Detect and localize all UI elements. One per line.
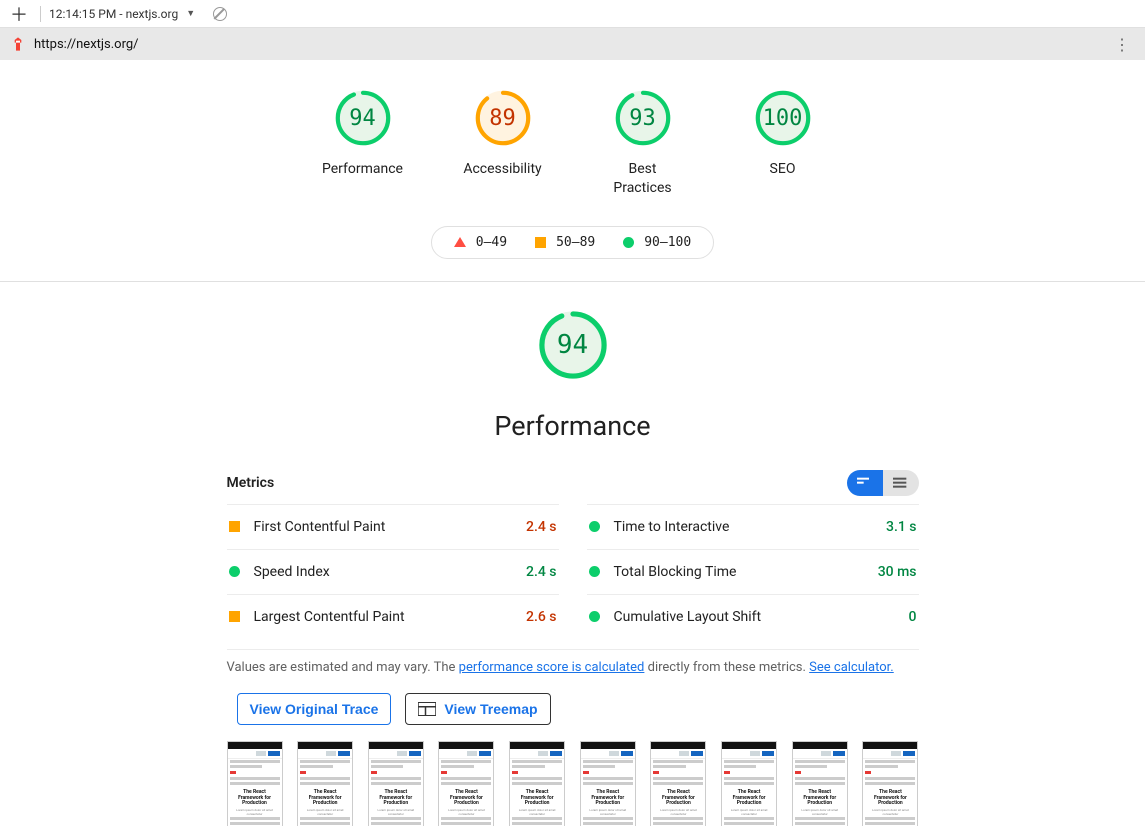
triangle-icon [454, 237, 466, 247]
score-legend: 0–49 50–89 90–100 [431, 226, 714, 259]
legend-pass: 90–100 [623, 235, 691, 250]
tab-dropdown[interactable]: ▼ [186, 8, 195, 19]
filmstrip-thumb[interactable]: The React Framework for ProductionLorem … [438, 741, 494, 826]
view-treemap-button[interactable]: View Treemap [405, 693, 550, 725]
lighthouse-icon [10, 36, 26, 52]
gauge-seo[interactable]: 100 SEO [733, 88, 833, 198]
metric-name: Cumulative Layout Shift [614, 609, 895, 625]
toggle-summary-view[interactable] [847, 470, 883, 496]
gauge-score: 89 [473, 88, 533, 148]
view-trace-label: View Original Trace [250, 701, 379, 717]
legend-fail: 0–49 [454, 235, 507, 250]
performance-header: 94 Performance [227, 308, 919, 442]
legend-avg: 50–89 [535, 235, 595, 250]
filmstrip-thumb[interactable]: The React Framework for ProductionLorem … [509, 741, 565, 826]
circle-icon [589, 566, 600, 577]
gauge-accessibility[interactable]: 89 Accessibility [453, 88, 553, 198]
performance-gauge: 94 [536, 308, 610, 382]
treemap-icon [418, 702, 436, 716]
square-icon [535, 237, 546, 248]
view-trace-button[interactable]: View Original Trace [237, 693, 392, 725]
metric-value: 2.4 s [526, 519, 557, 535]
report-body: 94 Performance 89 Accessibility 93 BestPracti… [0, 60, 1145, 826]
metric-name: First Contentful Paint [254, 519, 513, 535]
more-menu[interactable]: ⋮ [1108, 35, 1135, 54]
gauge-score: 94 [333, 88, 393, 148]
metric-name: Time to Interactive [614, 519, 873, 535]
performance-title: Performance [494, 410, 650, 442]
tab-label: 12:14:15 PM - nextjs.org [49, 7, 178, 21]
metrics-header: Metrics [227, 470, 919, 504]
perf-score-link[interactable]: performance score is calculated [459, 660, 645, 675]
toggle-detailed-view[interactable] [883, 470, 919, 496]
action-buttons: View Original Trace View Treemap [237, 693, 919, 725]
note-pre: Values are estimated and may vary. The [227, 660, 459, 675]
gauge-label: Accessibility [463, 160, 541, 179]
circle-icon [589, 521, 600, 532]
metrics-grid: First Contentful Paint 2.4 s Speed Index 2.… [227, 504, 919, 639]
metric-row: Speed Index 2.4 s [227, 549, 559, 594]
legend-pass-text: 90–100 [644, 235, 691, 250]
url-text: https://nextjs.org/ [34, 37, 139, 52]
performance-score: 94 [536, 308, 610, 382]
devtools-top-bar: ＋ 12:14:15 PM - nextjs.org ▼ [0, 0, 1145, 28]
filmstrip-thumb[interactable]: The React Framework for ProductionLorem … [721, 741, 777, 826]
divider [40, 6, 41, 22]
gauge: 89 [473, 88, 533, 148]
metric-value: 0 [909, 609, 917, 625]
metric-name: Speed Index [254, 564, 513, 580]
gauge-label: SEO [770, 160, 796, 179]
filmstrip-thumb[interactable]: The React Framework for ProductionLorem … [650, 741, 706, 826]
clear-icon[interactable] [213, 7, 227, 21]
calculator-link[interactable]: See calculator. [809, 660, 894, 675]
metric-value: 3.1 s [886, 519, 917, 535]
metrics-view-toggle [847, 470, 919, 496]
gauge-label: BestPractices [613, 160, 671, 198]
gauge-score: 100 [753, 88, 813, 148]
legend-avg-text: 50–89 [556, 235, 595, 250]
filmstrip-thumb[interactable]: The React Framework for ProductionLorem … [368, 741, 424, 826]
square-icon [229, 611, 240, 622]
legend-fail-text: 0–49 [476, 235, 507, 250]
metric-row: First Contentful Paint 2.4 s [227, 504, 559, 549]
performance-section: 94 Performance Metrics First Contentful … [217, 282, 929, 826]
metric-row: Cumulative Layout Shift 0 [587, 594, 919, 639]
metric-row: Total Blocking Time 30 ms [587, 549, 919, 594]
gauge: 100 [753, 88, 813, 148]
metric-row: Time to Interactive 3.1 s [587, 504, 919, 549]
circle-icon [229, 566, 240, 577]
filmstrip-thumb[interactable]: The React Framework for ProductionLorem … [580, 741, 636, 826]
gauge-label: Performance [322, 160, 403, 179]
circle-icon [589, 611, 600, 622]
note-mid: directly from these metrics. [644, 660, 809, 675]
metric-value: 2.6 s [526, 609, 557, 625]
metric-value: 30 ms [878, 564, 917, 580]
gauge-score: 93 [613, 88, 673, 148]
gauge-best-practices[interactable]: 93 BestPractices [593, 88, 693, 198]
metric-value: 2.4 s [526, 564, 557, 580]
metric-row: Largest Contentful Paint 2.6 s [227, 594, 559, 639]
metric-name: Largest Contentful Paint [254, 609, 513, 625]
metrics-note: Values are estimated and may vary. The p… [227, 649, 919, 675]
filmstrip-thumb[interactable]: The React Framework for ProductionLorem … [227, 741, 283, 826]
filmstrip-thumb[interactable]: The React Framework for ProductionLorem … [862, 741, 918, 826]
gauge-performance[interactable]: 94 Performance [313, 88, 413, 198]
filmstrip-thumb[interactable]: The React Framework for ProductionLorem … [297, 741, 353, 826]
filmstrip-thumb[interactable]: The React Framework for ProductionLorem … [792, 741, 848, 826]
metrics-title: Metrics [227, 475, 275, 491]
gauge: 93 [613, 88, 673, 148]
circle-icon [623, 237, 634, 248]
metric-name: Total Blocking Time [614, 564, 864, 580]
gauge: 94 [333, 88, 393, 148]
new-tab-button[interactable]: ＋ [6, 1, 32, 27]
filmstrip: The React Framework for ProductionLorem … [227, 741, 919, 826]
score-summary: 94 Performance 89 Accessibility 93 BestPracti… [0, 60, 1145, 216]
view-treemap-label: View Treemap [444, 701, 537, 717]
square-icon [229, 521, 240, 532]
url-bar: https://nextjs.org/ ⋮ [0, 28, 1145, 60]
